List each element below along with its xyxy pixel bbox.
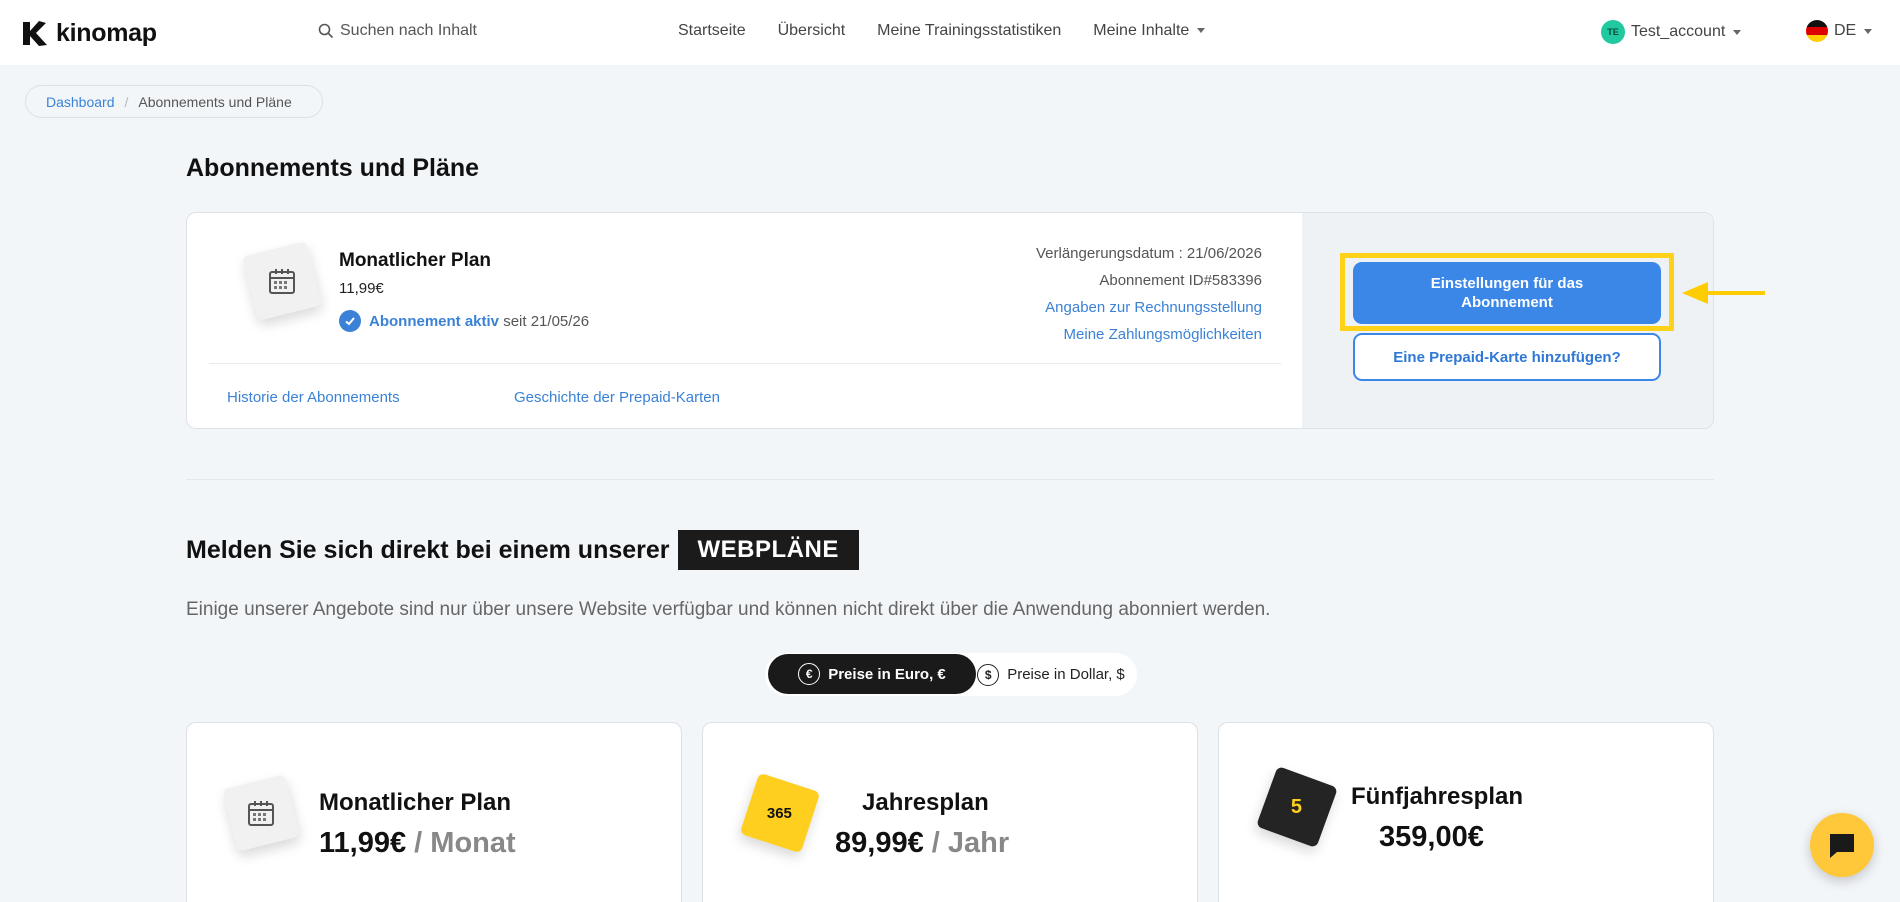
plan-price-value: 359,00€ <box>1379 821 1484 853</box>
search-placeholder: Suchen nach Inhalt <box>340 22 477 39</box>
nav-link-overview[interactable]: Übersicht <box>778 22 846 40</box>
kinomap-logo[interactable]: kinomap <box>20 18 157 48</box>
plan-price: 359,00€ <box>1379 821 1484 854</box>
subscription-details: Verlängerungsdatum : 21/06/2026 Abonneme… <box>1036 240 1262 348</box>
chevron-down-icon <box>1864 28 1873 34</box>
page-title: Abonnements und Pläne <box>186 154 480 182</box>
language-code: DE <box>1834 22 1857 39</box>
calendar-icon <box>241 240 323 322</box>
currency-dollar-label: Preise in Dollar, $ <box>1007 666 1125 683</box>
plan-price-value: 11,99€ <box>319 827 407 859</box>
plan-price-period: / Monat <box>414 827 516 859</box>
currency-euro-label: Preise in Euro, € <box>828 665 946 683</box>
arrow-left-icon <box>1682 282 1765 304</box>
nav-link-my-content[interactable]: Meine Inhalte <box>1093 22 1205 40</box>
plan-name: Fünfjahresplan <box>1351 783 1524 810</box>
check-circle-icon <box>339 310 361 332</box>
currency-euro-option[interactable]: € Preise in Euro, € <box>768 654 976 694</box>
nav-link-home[interactable]: Startseite <box>678 22 746 40</box>
webplans-title: Melden Sie sich direkt bei einem unserer <box>186 535 670 564</box>
chevron-down-icon <box>1733 29 1742 35</box>
nav-link-training-stats[interactable]: Meine Trainingsstatistiken <box>877 22 1061 40</box>
plan-card-five-year[interactable]: 5 Fünfjahresplan 359,00€ <box>1218 722 1714 902</box>
top-navbar: kinomap Suchen nach Inhalt Startseite Üb… <box>0 0 1900 65</box>
calendar-365-icon: 365 <box>739 772 821 854</box>
status-since-date: seit 21/05/26 <box>503 312 590 330</box>
chat-button[interactable] <box>1810 813 1874 877</box>
payment-methods-link[interactable]: Meine Zahlungsmöglichkeiten <box>1036 321 1262 348</box>
current-plan-price: 11,99€ <box>339 280 384 297</box>
plan-price: 89,99€ / Jahr <box>835 827 1009 860</box>
webplans-description: Einige unserer Angebote sind nur über un… <box>186 599 1271 620</box>
kinomap-logo-icon <box>23 21 47 46</box>
search-icon <box>318 23 334 39</box>
breadcrumb-current: Abonnements und Pläne <box>138 93 292 110</box>
status-active-label: Abonnement aktiv <box>369 312 500 330</box>
subscription-settings-button[interactable]: Einstellungen für das Abonnement <box>1353 262 1661 324</box>
germany-flag-icon <box>1806 20 1828 42</box>
subscription-status: Abonnement aktiv seit 21/05/26 <box>339 310 589 332</box>
currency-dollar-option[interactable]: $ Preise in Dollar, $ <box>965 653 1137 696</box>
brand-name: kinomap <box>56 18 157 47</box>
calendar-five-icon: 5 <box>1255 765 1339 849</box>
chat-bubble-icon <box>1830 834 1854 858</box>
subscription-id: Abonnement ID#583396 <box>1099 272 1262 289</box>
webplans-badge: WEBPLÄNE <box>677 530 859 570</box>
add-prepaid-card-button[interactable]: Eine Prepaid-Karte hinzufügen? <box>1353 333 1661 381</box>
subscription-history-link[interactable]: Historie der Abonnements <box>227 389 400 406</box>
avatar: TE <box>1601 20 1625 44</box>
breadcrumb-dashboard-link[interactable]: Dashboard <box>46 94 115 110</box>
plan-name: Monatlicher Plan <box>319 789 512 816</box>
section-divider <box>186 479 1714 480</box>
dollar-icon: $ <box>977 663 1000 686</box>
account-name: Test_account <box>1631 23 1726 40</box>
main-navigation: Startseite Übersicht Meine Trainingsstat… <box>678 22 1205 40</box>
card-divider <box>209 363 1281 364</box>
plan-price-value: 89,99€ <box>835 827 924 859</box>
plan-name: Jahresplan <box>862 789 989 816</box>
calendar-365-label: 365 <box>767 804 793 822</box>
calendar-icon <box>222 774 300 852</box>
webplans-heading: Melden Sie sich direkt bei einem unserer… <box>186 530 859 570</box>
language-selector[interactable]: DE <box>1806 20 1873 42</box>
current-plan-name: Monatlicher Plan <box>339 250 492 271</box>
account-menu[interactable]: TE Test_account <box>1601 20 1742 44</box>
prepaid-history-link[interactable]: Geschichte der Prepaid-Karten <box>514 389 720 406</box>
breadcrumb-separator: / <box>124 93 129 110</box>
billing-details-link[interactable]: Angaben zur Rechnungsstellung <box>1036 294 1262 321</box>
renewal-date: Verlängerungsdatum : 21/06/2026 <box>1035 245 1262 262</box>
calendar-five-label: 5 <box>1291 795 1303 818</box>
plan-card-monthly[interactable]: Monatlicher Plan 11,99€ / Monat <box>186 722 682 902</box>
plan-price-period: / Jahr <box>931 827 1010 859</box>
euro-icon: € <box>798 663 821 685</box>
plan-card-yearly[interactable]: 365 Jahresplan 89,99€ / Jahr <box>702 722 1198 902</box>
search-input[interactable]: Suchen nach Inhalt <box>318 22 477 40</box>
breadcrumb: Dashboard / Abonnements und Pläne <box>25 85 323 118</box>
currency-toggle: € Preise in Euro, € $ Preise in Dollar, … <box>765 653 1137 696</box>
plan-price: 11,99€ / Monat <box>319 827 516 860</box>
